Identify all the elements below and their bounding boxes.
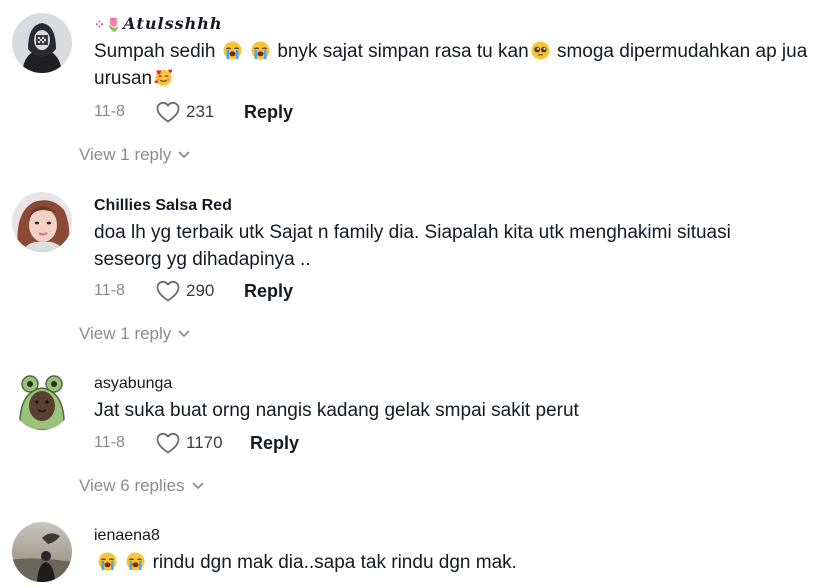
avatar[interactable] <box>12 522 72 582</box>
chevron-down-icon <box>192 482 204 490</box>
avatar[interactable] <box>12 370 72 430</box>
comment-date: 11-8 <box>94 103 125 120</box>
comment-meta: 11-8 231 Reply <box>94 99 293 125</box>
like-button[interactable]: 1170 <box>156 432 250 454</box>
like-button[interactable]: 290 <box>156 280 244 302</box>
avatar-image <box>12 13 72 73</box>
comment-meta: 11-8 290 Reply <box>94 278 293 304</box>
comment-text: doa lh yg terbaik utk Sajat n family dia… <box>94 222 731 270</box>
comment-meta: 11-8 1170 Reply <box>94 430 299 456</box>
username[interactable]: asyabunga <box>94 374 817 394</box>
chevron-down-icon <box>178 151 190 159</box>
username[interactable]: ienaena8 <box>94 526 817 546</box>
like-button[interactable]: 231 <box>156 101 244 123</box>
view-replies-button[interactable]: View 6 replies <box>79 475 204 497</box>
smiling-face-with-hearts-icon <box>154 68 173 87</box>
avatar-image <box>12 370 72 430</box>
heart-icon[interactable] <box>156 280 180 302</box>
comment-text: rindu dgn mak dia..sapa tak rindu dgn ma… <box>94 549 817 576</box>
comment-text: Jat suka buat orng nangis kadang gelak s… <box>94 400 579 421</box>
reply-button[interactable]: Reply <box>244 281 293 302</box>
loudly-crying-face-icon <box>98 552 117 571</box>
avatar[interactable] <box>12 192 72 252</box>
username[interactable]: ⁘🌷𝑨𝒕𝒖𝒍𝒔𝒔𝒉𝒉𝒉 <box>94 14 817 36</box>
like-count: 290 <box>186 281 215 300</box>
tulip-sparkle-icon: ⁘🌷 <box>94 18 124 33</box>
like-count: 231 <box>186 102 215 121</box>
view-replies-button[interactable]: View 1 reply <box>79 144 190 166</box>
loudly-crying-face-icon <box>223 41 242 60</box>
comment-date: 11-8 <box>94 282 125 299</box>
reply-button[interactable]: Reply <box>250 433 299 454</box>
loudly-crying-face-icon <box>126 552 145 571</box>
view-replies-label: View 1 reply <box>79 145 172 164</box>
comment-date: 11-8 <box>94 434 125 451</box>
heart-icon[interactable] <box>156 101 180 123</box>
avatar-image <box>12 192 72 252</box>
avatar-image <box>12 522 72 582</box>
reply-button[interactable]: Reply <box>244 102 293 123</box>
like-count: 1170 <box>186 433 223 452</box>
heart-icon[interactable] <box>156 432 180 454</box>
avatar[interactable] <box>12 13 72 73</box>
comment-text: Sumpah sedih bnyk sajat simpan rasa tu k… <box>94 41 808 89</box>
chevron-down-icon <box>178 330 190 338</box>
loudly-crying-face-icon <box>251 41 270 60</box>
view-replies-label: View 1 reply <box>79 324 172 343</box>
view-replies-label: View 6 replies <box>79 476 185 495</box>
pleading-face-icon <box>531 41 550 60</box>
username[interactable]: Chillies Salsa Red <box>94 196 817 216</box>
view-replies-button[interactable]: View 1 reply <box>79 323 190 345</box>
